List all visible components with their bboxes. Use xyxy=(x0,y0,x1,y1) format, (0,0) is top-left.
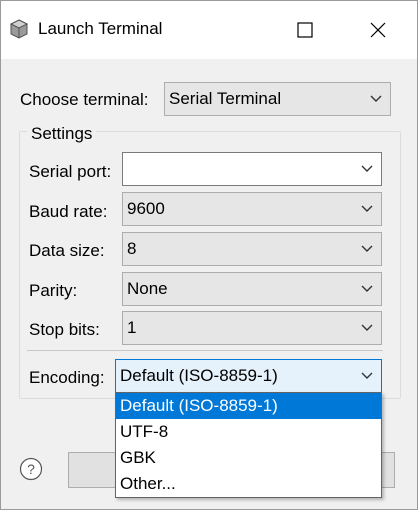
serial-port-select[interactable] xyxy=(122,152,382,186)
chevron-down-icon xyxy=(361,165,373,172)
parity-select[interactable]: None xyxy=(122,272,382,306)
help-icon[interactable]: ? xyxy=(19,457,43,481)
svg-text:?: ? xyxy=(27,461,35,477)
encoding-option[interactable]: Default (ISO-8859-1) xyxy=(116,393,381,419)
choose-terminal-label: Choose terminal: xyxy=(20,90,149,109)
baud-rate-select[interactable]: 9600 xyxy=(122,192,382,226)
encoding-dropdown-list: Default (ISO-8859-1) UTF-8 GBK Other... xyxy=(115,392,382,498)
parity-value: None xyxy=(127,279,168,298)
encoding-label: Encoding: xyxy=(29,368,105,387)
encoding-option[interactable]: GBK xyxy=(116,445,381,471)
baud-rate-label: Baud rate: xyxy=(29,202,108,221)
maximize-icon[interactable] xyxy=(290,15,320,45)
terminal-select-value: Serial Terminal xyxy=(169,89,282,108)
stop-bits-label: Stop bits: xyxy=(29,320,100,339)
encoding-option[interactable]: UTF-8 xyxy=(116,419,381,445)
stop-bits-value: 1 xyxy=(127,318,137,337)
encoding-option[interactable]: Other... xyxy=(116,471,381,497)
stop-bits-select[interactable]: 1 xyxy=(122,311,382,345)
data-size-value: 8 xyxy=(127,239,137,258)
parity-label: Parity: xyxy=(29,281,78,300)
window-title: Launch Terminal xyxy=(38,19,163,38)
baud-rate-value: 9600 xyxy=(127,199,165,218)
chevron-down-icon xyxy=(361,285,373,292)
encoding-select[interactable]: Default (ISO-8859-1) xyxy=(115,359,382,393)
title-bar: Launch Terminal xyxy=(1,1,417,59)
chevron-down-icon xyxy=(361,324,373,331)
chevron-down-icon xyxy=(361,372,373,379)
terminal-select[interactable]: Serial Terminal xyxy=(164,82,391,116)
terminal-cube-icon xyxy=(9,19,29,39)
encoding-select-value: Default (ISO-8859-1) xyxy=(120,366,278,385)
settings-separator xyxy=(27,350,383,351)
data-size-select[interactable]: 8 xyxy=(122,232,382,266)
launch-terminal-dialog: Launch Terminal Choose terminal: Serial … xyxy=(0,0,418,510)
close-icon[interactable] xyxy=(363,15,393,45)
data-size-label: Data size: xyxy=(29,241,105,260)
settings-group-label: Settings xyxy=(27,124,97,144)
serial-port-label: Serial port: xyxy=(29,162,112,181)
chevron-down-icon xyxy=(370,95,382,102)
chevron-down-icon xyxy=(361,245,373,252)
chevron-down-icon xyxy=(361,205,373,212)
